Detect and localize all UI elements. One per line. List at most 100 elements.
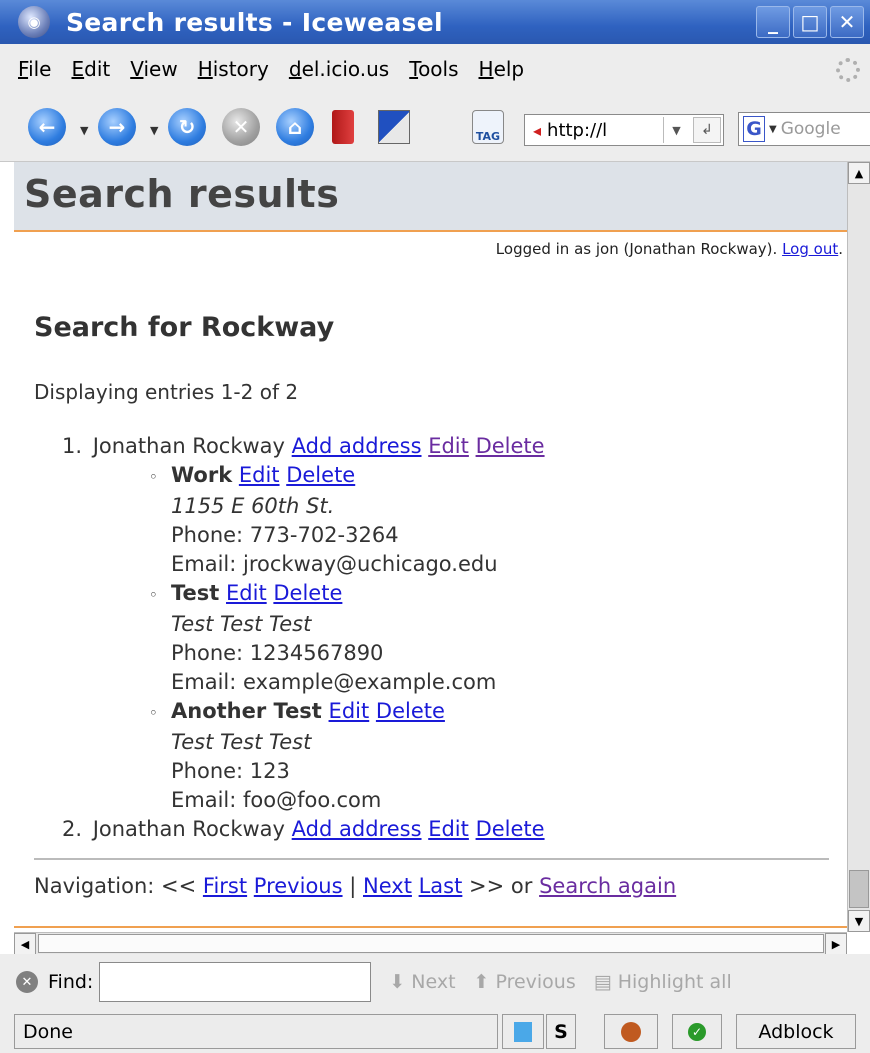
scroll-up-icon[interactable]: ▲ xyxy=(848,162,870,184)
menu-delicious[interactable]: del.icio.us xyxy=(289,57,389,81)
add-address-link[interactable]: Add address xyxy=(292,434,422,458)
close-button[interactable]: ✕ xyxy=(830,6,864,38)
address-phone: Phone: 773-702-3264 xyxy=(171,523,399,547)
menu-edit[interactable]: Edit xyxy=(71,57,110,81)
site-favicon-icon: ◂ xyxy=(533,120,542,140)
address-delete-link[interactable]: Delete xyxy=(286,463,355,487)
entry-name: Jonathan Rockway xyxy=(92,817,285,841)
bookmarks-book-icon[interactable] xyxy=(332,110,354,144)
menu-view[interactable]: View xyxy=(130,57,177,81)
status-bar: Done S ✓ Adblock xyxy=(0,1010,870,1053)
address-delete-link[interactable]: Delete xyxy=(376,699,445,723)
search-again-link[interactable]: Search again xyxy=(539,874,676,898)
find-bar: ✕ Find: ⬇ Next ⬆ Previous ▤ Highlight all xyxy=(0,954,870,1010)
navigation-toolbar: ← ▼ → ▼ ↻ ✕ ⌂ TAG ◂ http://l ▼ ↲ G ▼ Goo… xyxy=(0,94,870,162)
menu-tools[interactable]: Tools xyxy=(409,57,458,81)
entry-item: 2. Jonathan Rockway Add address Edit Del… xyxy=(62,815,545,844)
tag-icon[interactable]: TAG xyxy=(472,110,504,144)
page-header: Search results xyxy=(14,162,847,232)
find-label: Find: xyxy=(48,971,94,993)
search-placeholder[interactable]: Google xyxy=(781,119,841,139)
go-button[interactable]: ↲ xyxy=(693,117,721,143)
entry-edit-link[interactable]: Edit xyxy=(428,434,469,458)
entry-item: 1. Jonathan Rockway Add address Edit Del… xyxy=(62,432,545,461)
url-text[interactable]: http://l xyxy=(547,120,607,141)
check-icon[interactable]: ✓ xyxy=(672,1014,722,1049)
address-phone: Phone: 123 xyxy=(171,759,290,783)
delicious-icon[interactable] xyxy=(378,110,410,144)
displaying-count: Displaying entries 1-2 of 2 xyxy=(34,380,299,404)
greasemonkey-icon[interactable] xyxy=(604,1014,658,1049)
last-page-link[interactable]: Last xyxy=(419,874,463,898)
stop-button[interactable]: ✕ xyxy=(222,108,260,146)
menu-history[interactable]: History xyxy=(198,57,269,81)
logout-suffix: . xyxy=(838,240,843,258)
entry-number: 1. xyxy=(62,434,83,458)
login-status: Logged in as jon (Jonathan Rockway). Log… xyxy=(496,240,843,258)
back-dropdown-icon[interactable]: ▼ xyxy=(80,124,88,137)
forward-dropdown-icon[interactable]: ▼ xyxy=(150,124,158,137)
maximize-button[interactable]: □ xyxy=(793,6,827,38)
add-address-link[interactable]: Add address xyxy=(292,817,422,841)
forward-button[interactable]: → xyxy=(98,108,136,146)
throbber-icon xyxy=(836,58,860,82)
nav-or-text: >> or xyxy=(469,874,533,898)
address-edit-link[interactable]: Edit xyxy=(226,581,267,605)
scroll-down-icon[interactable]: ▼ xyxy=(848,910,870,932)
footer-rule xyxy=(14,926,847,928)
highlight-all-label: Highlight all xyxy=(617,971,732,993)
highlight-all-button[interactable]: ▤ Highlight all xyxy=(594,971,732,993)
find-previous-label: Previous xyxy=(495,971,576,993)
menu-help[interactable]: Help xyxy=(479,57,525,81)
vertical-scroll-thumb[interactable] xyxy=(849,870,869,908)
arrow-up-icon: ⬆ xyxy=(473,971,490,993)
adblock-button[interactable]: Adblock xyxy=(736,1014,856,1049)
engine-dropdown-icon[interactable]: ▼ xyxy=(769,124,777,135)
highlight-icon: ▤ xyxy=(593,971,612,993)
find-previous-button[interactable]: ⬆ Previous xyxy=(474,971,576,993)
reload-button[interactable]: ↻ xyxy=(168,108,206,146)
title-bar[interactable]: ◉ Search results - Iceweasel _ □ ✕ xyxy=(0,0,870,44)
address-street: Test Test Test xyxy=(171,612,312,636)
entry-edit-link[interactable]: Edit xyxy=(428,817,469,841)
url-history-dropdown-icon[interactable]: ▼ xyxy=(663,117,689,143)
entry-delete-link[interactable]: Delete xyxy=(476,434,545,458)
iceweasel-app-icon[interactable]: ◉ xyxy=(18,6,50,38)
entry-delete-link[interactable]: Delete xyxy=(476,817,545,841)
find-next-button[interactable]: ⬇ Next xyxy=(389,971,455,993)
url-bar[interactable]: ◂ http://l ▼ ↲ xyxy=(524,114,724,146)
horizontal-scroll-thumb[interactable] xyxy=(38,934,824,953)
twitter-icon[interactable] xyxy=(502,1014,544,1049)
address-label: Another Test xyxy=(171,699,322,723)
close-find-icon[interactable]: ✕ xyxy=(16,971,38,993)
menu-file[interactable]: File xyxy=(18,57,51,81)
first-page-link[interactable]: First xyxy=(203,874,247,898)
google-engine-icon[interactable]: G xyxy=(743,116,765,142)
address-email: Email: jrockway@uchicago.edu xyxy=(171,552,498,576)
divider xyxy=(34,858,829,860)
home-button[interactable]: ⌂ xyxy=(276,108,314,146)
back-button[interactable]: ← xyxy=(28,108,66,146)
bullet-icon: ◦ xyxy=(149,704,158,722)
address-label: Test xyxy=(171,581,220,605)
horizontal-scrollbar[interactable]: ◀ ▶ xyxy=(14,932,847,955)
find-input[interactable] xyxy=(99,962,372,1002)
s-extension-icon[interactable]: S xyxy=(546,1014,576,1049)
status-text: Done xyxy=(14,1014,498,1049)
address-delete-link[interactable]: Delete xyxy=(273,581,342,605)
address-street: 1155 E 60th St. xyxy=(171,494,335,518)
previous-page-link[interactable]: Previous xyxy=(254,874,343,898)
address-phone: Phone: 1234567890 xyxy=(171,641,384,665)
address-edit-link[interactable]: Edit xyxy=(329,699,370,723)
minimize-button[interactable]: _ xyxy=(756,6,790,38)
vertical-scrollbar[interactable]: ▲ ▼ xyxy=(847,162,870,932)
address-email: Email: example@example.com xyxy=(171,670,497,694)
scroll-left-icon[interactable]: ◀ xyxy=(14,933,36,955)
search-bar[interactable]: G ▼ Google xyxy=(738,112,870,146)
next-page-link[interactable]: Next xyxy=(363,874,412,898)
address-edit-link[interactable]: Edit xyxy=(239,463,280,487)
pagination-nav: Navigation: << First Previous | Next Las… xyxy=(34,874,676,898)
scroll-right-icon[interactable]: ▶ xyxy=(825,933,847,955)
logout-link[interactable]: Log out xyxy=(782,240,838,258)
page-viewport: Search results Logged in as jon (Jonatha… xyxy=(14,162,847,932)
